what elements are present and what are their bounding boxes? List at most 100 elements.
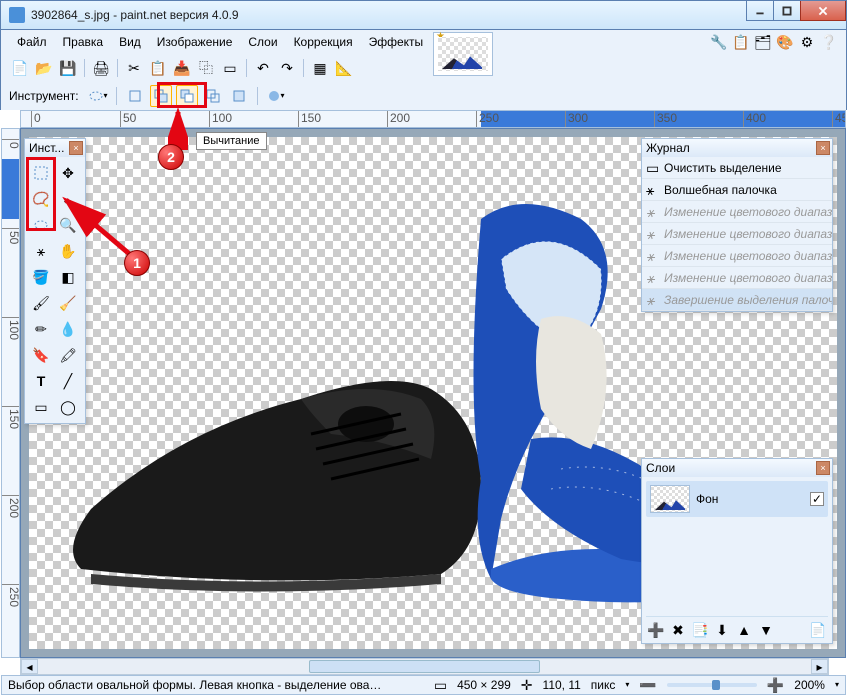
minimize-button[interactable] [746,1,774,21]
colors-window-icon[interactable]: 🎨 [776,33,794,51]
layer-props-button[interactable]: 📄 [808,621,828,639]
save-file-button[interactable]: 💾 [57,57,79,79]
selection-replace-button[interactable] [124,85,146,107]
history-panel-title[interactable]: Журнал × [642,139,832,157]
recolor-tool[interactable]: 🖍 [56,343,80,367]
history-item[interactable]: ⚹Изменение цветового диапазона [642,223,832,245]
zoom-out-icon[interactable]: ➖ [639,678,656,692]
grid-button[interactable]: ▦ [309,57,331,79]
undo-button[interactable]: ↶ [252,57,274,79]
history-item-label: Завершение выделения палочкой [664,293,832,307]
menu-effects[interactable]: Эффекты [361,32,432,52]
flood-mode-button[interactable]: ▾ [265,85,287,107]
add-layer-button[interactable]: ➕ [646,621,666,639]
copy-button[interactable]: 📋 [147,57,169,79]
deselect-icon: ▭ [646,161,660,175]
window-controls [747,1,846,21]
ruler-tick: 400 [743,111,766,128]
scroll-right-button[interactable]: ▸ [811,659,828,674]
history-window-icon[interactable]: 📋 [732,33,750,51]
layer-up-button[interactable]: ▲ [734,621,754,639]
layers-panel: Слои × Фон ✓ ➕ ✖ 📑 ⬇ ▲ ▼ 📄 [641,458,833,644]
settings-icon[interactable]: ⚙ [798,33,816,51]
close-button[interactable] [800,1,846,21]
layers-panel-title[interactable]: Слои × [642,459,832,477]
redo-button[interactable]: ↷ [276,57,298,79]
annotation-arrow-1 [58,192,138,262]
annotation-box-1 [26,157,56,231]
layer-row[interactable]: Фон ✓ [646,481,828,517]
annotation-box-2 [157,82,207,108]
zoom-slider[interactable] [667,683,757,687]
tools-window-icon[interactable]: 🔧 [710,33,728,51]
shapes-tool[interactable]: ◯ [56,395,80,419]
move-selection-tool[interactable]: ✥ [56,161,80,185]
cut-button[interactable]: ✂ [123,57,145,79]
menu-file[interactable]: Файл [9,32,55,52]
status-bar: Выбор области овальной формы. Левая кноп… [1,675,846,695]
menu-view[interactable]: Вид [111,32,149,52]
zoom-in-icon[interactable]: ➕ [767,678,784,692]
menu-adjust[interactable]: Коррекция [286,32,361,52]
magic-wand-tool[interactable]: ⚹ [29,239,53,263]
print-button[interactable]: 🖨 [90,57,112,79]
clone-tool[interactable]: 🔖 [29,343,53,367]
history-item[interactable]: ⚹Изменение цветового диапазона [642,201,832,223]
text-tool[interactable]: T [29,369,53,393]
line-tool[interactable]: ╱ [56,369,80,393]
history-item[interactable]: ▭Очистить выделение [642,157,832,179]
brush-tool[interactable]: 🖌 [29,291,53,315]
layer-visible-checkbox[interactable]: ✓ [810,492,824,506]
tools-panel-title-text: Инст... [29,141,64,155]
ruler-tick: 0 [2,139,20,149]
tools-panel-title[interactable]: Инст... × [25,139,85,157]
menu-edit[interactable]: Правка [55,32,112,52]
ruler-button[interactable]: 📐 [333,57,355,79]
history-item[interactable]: ⚹Изменение цветового диапазона [642,245,832,267]
current-tool-dropdown[interactable]: ▾ [87,85,109,107]
picker-tool[interactable]: 💧 [56,317,80,341]
deselect-button[interactable]: ▭ [219,57,241,79]
new-file-button[interactable]: 📄 [9,57,31,79]
scroll-thumb[interactable] [309,660,541,673]
wand-icon: ⚹ [646,227,660,241]
status-zoom[interactable]: 200% [794,678,825,692]
delete-layer-button[interactable]: ✖ [668,621,688,639]
duplicate-layer-button[interactable]: 📑 [690,621,710,639]
horizontal-ruler: 050100150200250300350400450 [20,110,846,128]
layers-panel-title-text: Слои [646,461,675,475]
tooltip: Вычитание [196,132,267,150]
status-unit[interactable]: пикс [591,678,616,692]
horizontal-scrollbar[interactable]: ◂ ▸ [20,658,829,675]
tools-panel-close-icon[interactable]: × [69,141,83,155]
document-thumbnail[interactable]: ★ [433,32,493,76]
menu-image[interactable]: Изображение [149,32,241,52]
layer-name: Фон [696,492,718,506]
history-item[interactable]: ⚹Волшебная палочка [642,179,832,201]
annotation-callout-1: 1 [124,250,150,276]
history-panel-close-icon[interactable]: × [816,141,830,155]
help-icon[interactable]: ❔ [820,33,838,51]
bucket-tool[interactable]: 🪣 [29,265,53,289]
open-file-button[interactable]: 📂 [33,57,55,79]
ruler-tick: 100 [209,111,232,128]
gradient-tool[interactable]: ◧ [56,265,80,289]
scroll-left-button[interactable]: ◂ [21,659,38,674]
wand-icon: ⚹ [646,183,660,197]
layer-down-button[interactable]: ▼ [756,621,776,639]
history-item[interactable]: ⚹Завершение выделения палочкой [642,289,832,311]
maximize-button[interactable] [773,1,801,21]
rect-tool[interactable]: ▭ [29,395,53,419]
history-item[interactable]: ⚹Изменение цветового диапазона [642,267,832,289]
dims-icon: ▭ [434,678,447,692]
crop-button[interactable]: ⿻ [195,57,217,79]
merge-layer-button[interactable]: ⬇ [712,621,732,639]
eraser-tool[interactable]: 🧹 [56,291,80,315]
layers-panel-close-icon[interactable]: × [816,461,830,475]
selection-invert-button[interactable] [228,85,250,107]
ruler-tick: 0 [31,111,41,128]
paste-button[interactable]: 📥 [171,57,193,79]
layers-window-icon[interactable]: 🗂 [754,33,772,51]
pencil-tool[interactable]: ✏ [29,317,53,341]
menu-layers[interactable]: Слои [240,32,285,52]
